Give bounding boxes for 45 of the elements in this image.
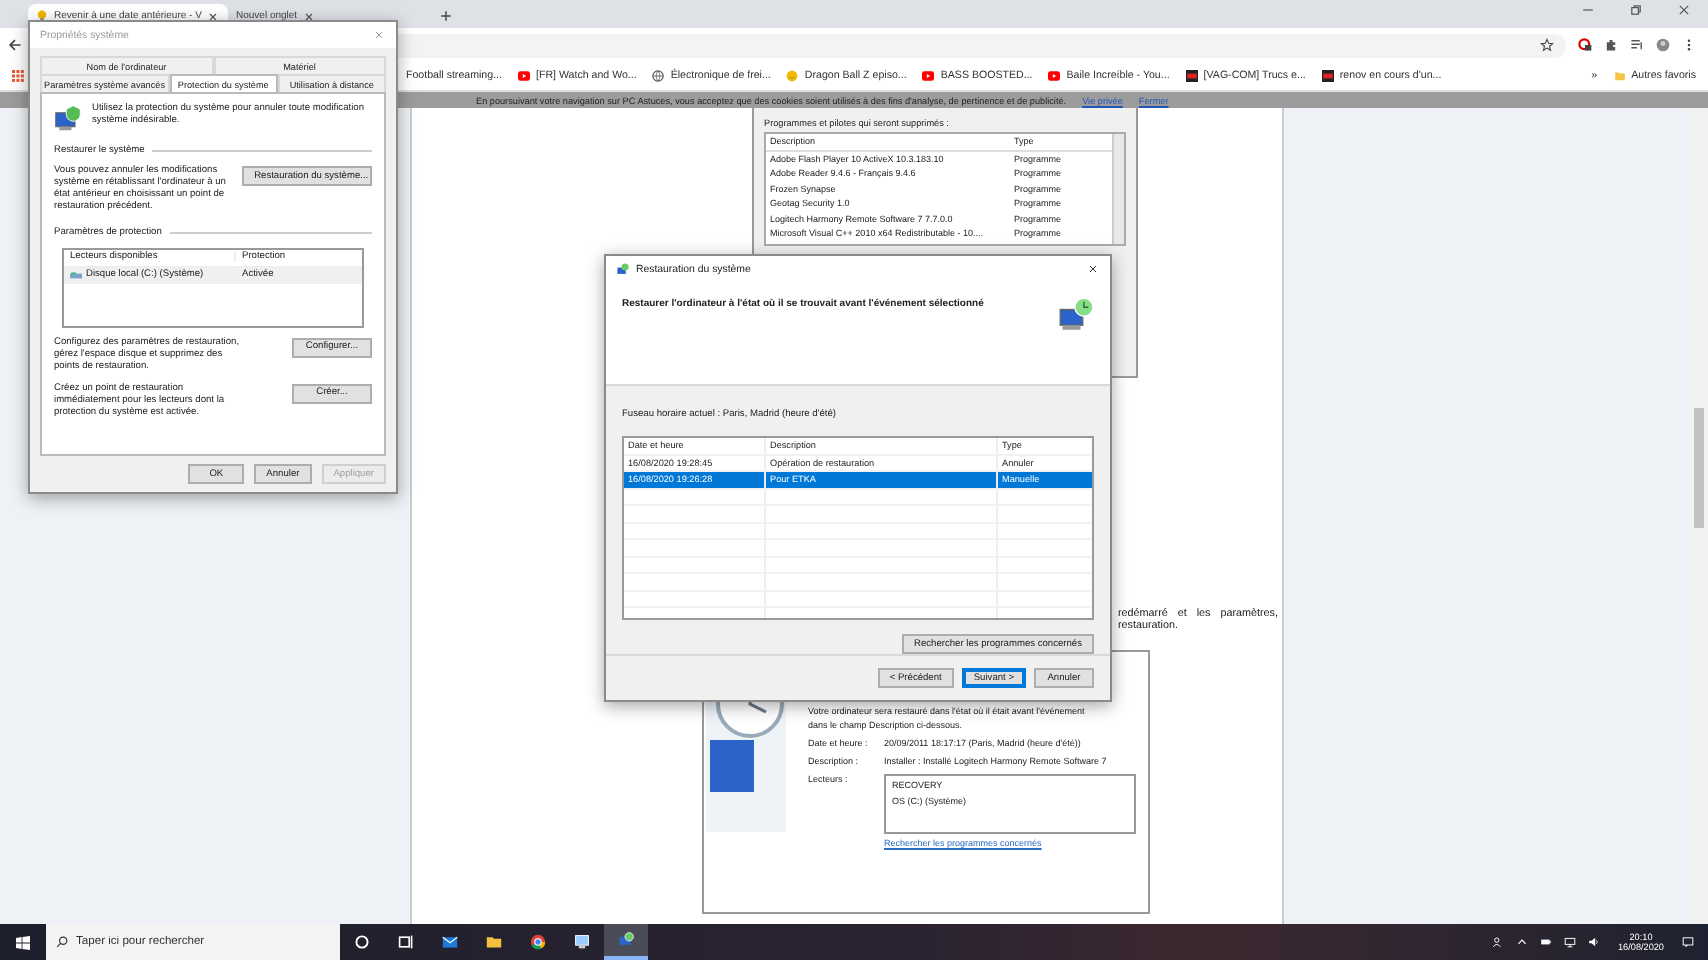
restore-window-icon[interactable] bbox=[1630, 4, 1642, 16]
folder-icon bbox=[1613, 70, 1626, 82]
extension-badge-icon[interactable] bbox=[1578, 38, 1592, 52]
square-logo-icon bbox=[1321, 70, 1334, 82]
scroll-thumb[interactable] bbox=[1694, 408, 1704, 528]
close-icon[interactable] bbox=[207, 11, 218, 21]
menu-icon[interactable] bbox=[1682, 38, 1696, 52]
new-tab-icon[interactable] bbox=[440, 10, 452, 22]
search-icon bbox=[56, 936, 68, 948]
square-logo-icon bbox=[1185, 70, 1198, 82]
back-arrow-icon[interactable] bbox=[8, 38, 22, 52]
network-icon[interactable] bbox=[1564, 936, 1576, 948]
minimize-icon[interactable] bbox=[1582, 4, 1594, 16]
computer-clock-icon bbox=[1058, 296, 1094, 332]
apps-grid-icon[interactable] bbox=[12, 70, 24, 82]
people-icon[interactable] bbox=[1492, 936, 1504, 948]
puzzle-icon[interactable] bbox=[1604, 38, 1618, 52]
speaker-icon[interactable] bbox=[1588, 936, 1600, 948]
scrollbar[interactable] bbox=[1112, 134, 1124, 244]
computer-icon bbox=[574, 934, 590, 950]
playlist-icon[interactable] bbox=[1630, 38, 1644, 52]
notifications-icon[interactable] bbox=[1682, 936, 1694, 948]
close-icon[interactable] bbox=[1678, 4, 1690, 16]
folder-icon bbox=[486, 934, 502, 950]
browser-icon bbox=[530, 934, 546, 950]
computer-shield-icon bbox=[54, 104, 82, 132]
play-icon bbox=[922, 70, 935, 82]
system-restore-icon bbox=[618, 932, 634, 948]
close-icon[interactable] bbox=[1088, 264, 1098, 274]
avatar-icon[interactable] bbox=[1656, 38, 1670, 52]
play-icon bbox=[518, 70, 530, 82]
scrollbar[interactable] bbox=[1690, 108, 1708, 924]
globe-icon bbox=[652, 70, 665, 82]
circle-icon bbox=[354, 934, 370, 950]
smiley-icon bbox=[786, 70, 799, 82]
play-icon bbox=[1048, 70, 1061, 82]
windows-logo-icon[interactable] bbox=[16, 935, 30, 949]
task-view-icon bbox=[398, 934, 414, 950]
system-restore-icon bbox=[616, 262, 630, 276]
drive-icon bbox=[70, 271, 82, 280]
chevron-up-icon[interactable] bbox=[1516, 936, 1528, 948]
close-icon[interactable] bbox=[303, 11, 314, 21]
battery-icon[interactable] bbox=[1540, 936, 1552, 948]
mail-icon bbox=[442, 934, 458, 950]
star-icon[interactable] bbox=[1540, 38, 1554, 52]
